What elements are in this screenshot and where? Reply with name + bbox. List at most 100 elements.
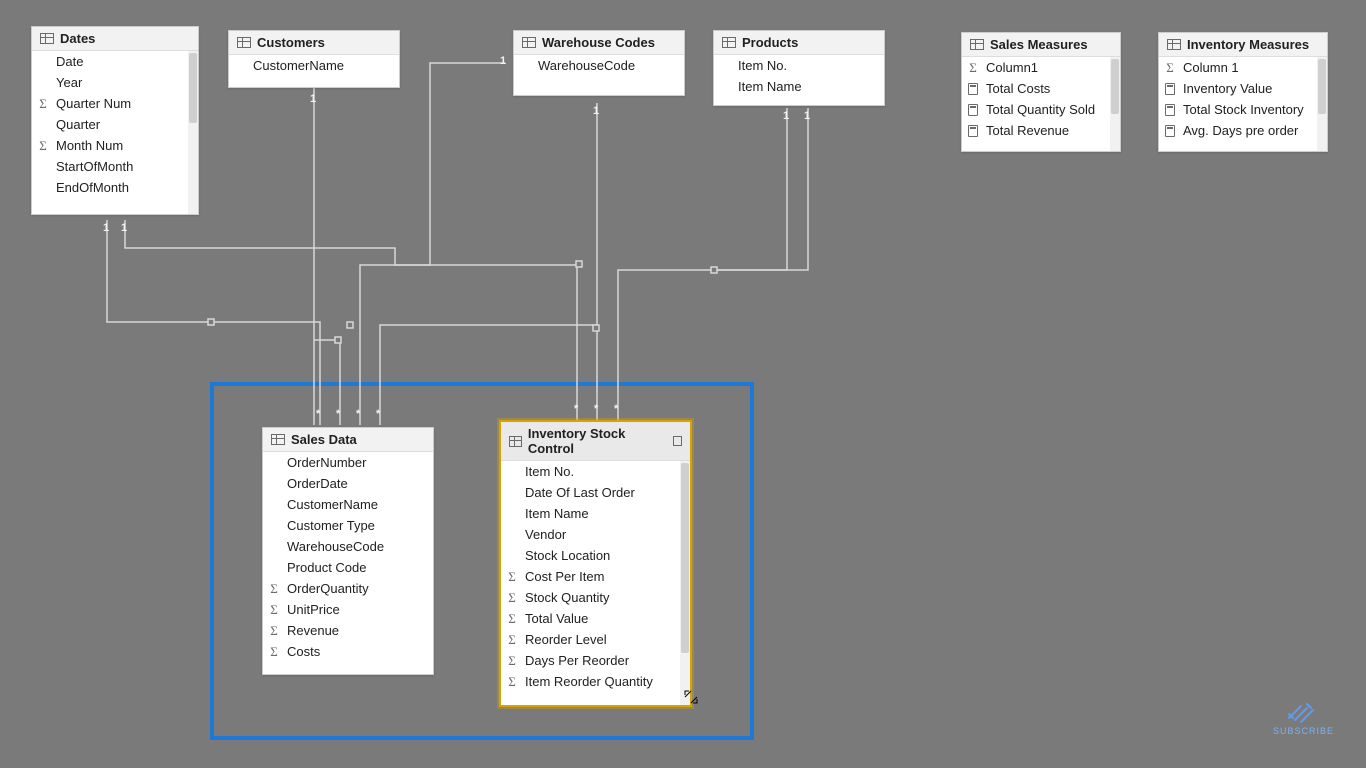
table-header[interactable]: Sales Measures [962, 33, 1120, 57]
table-title: Sales Data [291, 432, 357, 447]
field-row[interactable]: OrderDate [263, 473, 433, 494]
table-header[interactable]: Sales Data [263, 428, 433, 452]
field-row[interactable]: StartOfMonth [32, 156, 198, 177]
table-header[interactable]: Warehouse Codes [514, 31, 684, 55]
calculator-icon [1163, 83, 1177, 95]
field-label: Item Name [525, 506, 589, 521]
field-label: Date [56, 54, 83, 69]
field-row[interactable]: Year [32, 72, 198, 93]
table-customers[interactable]: Customers CustomerName [228, 30, 400, 88]
maximize-icon[interactable] [673, 436, 682, 446]
field-row[interactable]: Inventory Value [1159, 78, 1327, 99]
field-row[interactable]: Stock Location [501, 545, 690, 566]
field-row[interactable]: Σ Column 1 [1159, 57, 1327, 78]
sigma-icon: Σ [505, 591, 519, 604]
field-row[interactable]: Date Of Last Order [501, 482, 690, 503]
field-label: Product Code [287, 560, 367, 575]
field-row[interactable]: ΣOrderQuantity [263, 578, 433, 599]
sigma-icon: Σ [505, 675, 519, 688]
sigma-icon: Σ [505, 633, 519, 646]
table-products[interactable]: Products Item No. Item Name [713, 30, 885, 106]
table-title: Inventory Stock Control [528, 426, 661, 456]
table-title: Dates [60, 31, 95, 46]
field-row[interactable]: Avg. Days pre order [1159, 120, 1327, 141]
field-row[interactable]: Σ Total Value [501, 608, 690, 629]
table-icon [40, 33, 54, 44]
field-label: Item Name [738, 79, 802, 94]
field-row[interactable]: Total Quantity Sold [962, 99, 1120, 120]
table-icon [509, 436, 522, 447]
field-row[interactable]: ΣUnitPrice [263, 599, 433, 620]
sigma-icon: Σ [1163, 61, 1177, 74]
field-row[interactable]: Vendor [501, 524, 690, 545]
field-label: Total Stock Inventory [1183, 102, 1304, 117]
field-row[interactable]: Σ Reorder Level [501, 629, 690, 650]
field-row[interactable]: Item Name [714, 76, 884, 97]
field-row[interactable]: Customer Type [263, 515, 433, 536]
scrollbar[interactable] [188, 51, 198, 214]
field-label: EndOfMonth [56, 180, 129, 195]
field-label: Reorder Level [525, 632, 607, 647]
field-row[interactable]: Item Name [501, 503, 690, 524]
field-label: Total Value [525, 611, 588, 626]
field-row[interactable]: ΣQuarter Num [32, 93, 198, 114]
calculator-icon [1163, 104, 1177, 116]
field-row[interactable]: ΣDays Per Reorder [501, 650, 690, 671]
table-inventory-stock-control[interactable]: Inventory Stock Control Item No. Date Of … [499, 420, 692, 707]
field-list: OrderNumberOrderDateCustomerName Customer… [263, 452, 433, 662]
scrollbar[interactable] [680, 461, 690, 705]
subscribe-label: SUBSCRIBE [1273, 726, 1334, 736]
field-list: Σ Column 1 Inventory Value Total Stock Inve… [1159, 57, 1327, 141]
sigma-icon: Σ [505, 612, 519, 625]
field-row[interactable]: Total Stock Inventory [1159, 99, 1327, 120]
field-label: CustomerName [253, 58, 344, 73]
table-inventory-measures[interactable]: Inventory Measures Σ Column 1 Inventory Va… [1158, 32, 1328, 152]
table-header[interactable]: Products [714, 31, 884, 55]
field-list: Date YearΣQuarter NumQuarterΣMonth NumSta… [32, 51, 198, 198]
field-label: Total Costs [986, 81, 1050, 96]
table-header[interactable]: Dates [32, 27, 198, 51]
sigma-icon: Σ [36, 139, 50, 152]
table-sales-measures[interactable]: Sales Measures ΣColumn1 Total Costs Total … [961, 32, 1121, 152]
field-row[interactable]: EndOfMonth [32, 177, 198, 198]
field-row[interactable]: ΣStock Quantity [501, 587, 690, 608]
field-label: WarehouseCode [538, 58, 635, 73]
field-label: Vendor [525, 527, 566, 542]
field-row[interactable]: Date [32, 51, 198, 72]
scrollbar[interactable] [1110, 57, 1120, 151]
field-row[interactable]: CustomerName [229, 55, 399, 76]
field-row[interactable]: Total Costs [962, 78, 1120, 99]
table-header[interactable]: Inventory Stock Control [501, 422, 690, 461]
scrollbar[interactable] [1317, 57, 1327, 151]
field-label: Cost Per Item [525, 569, 604, 584]
table-warehouse[interactable]: Warehouse Codes WarehouseCode [513, 30, 685, 96]
field-row[interactable]: ΣColumn1 [962, 57, 1120, 78]
sigma-icon: Σ [505, 654, 519, 667]
field-row[interactable]: ΣRevenue [263, 620, 433, 641]
table-title: Customers [257, 35, 325, 50]
field-row[interactable]: Quarter [32, 114, 198, 135]
field-row[interactable]: Item No. [501, 461, 690, 482]
calculator-icon [1163, 125, 1177, 137]
field-label: Revenue [287, 623, 339, 638]
table-icon [271, 434, 285, 445]
field-row[interactable]: WarehouseCode [514, 55, 684, 76]
table-header[interactable]: Inventory Measures [1159, 33, 1327, 57]
field-label: Customer Type [287, 518, 375, 533]
field-row[interactable]: Total Revenue [962, 120, 1120, 141]
table-dates[interactable]: Dates Date YearΣQuarter NumQuarterΣMonth … [31, 26, 199, 215]
table-sales-data[interactable]: Sales Data OrderNumberOrderDateCustomerN… [262, 427, 434, 675]
field-row[interactable]: OrderNumber [263, 452, 433, 473]
field-row[interactable]: ΣCost Per Item [501, 566, 690, 587]
field-row[interactable]: ΣCosts [263, 641, 433, 662]
sigma-icon: Σ [267, 645, 281, 658]
field-row[interactable]: ΣMonth Num [32, 135, 198, 156]
field-row[interactable]: ΣItem Reorder Quantity [501, 671, 690, 692]
field-row[interactable]: Item No. [714, 55, 884, 76]
field-row[interactable]: CustomerName [263, 494, 433, 515]
field-label: Column 1 [1183, 60, 1239, 75]
field-label: Date Of Last Order [525, 485, 635, 500]
field-row[interactable]: WarehouseCode [263, 536, 433, 557]
table-header[interactable]: Customers [229, 31, 399, 55]
field-row[interactable]: Product Code [263, 557, 433, 578]
